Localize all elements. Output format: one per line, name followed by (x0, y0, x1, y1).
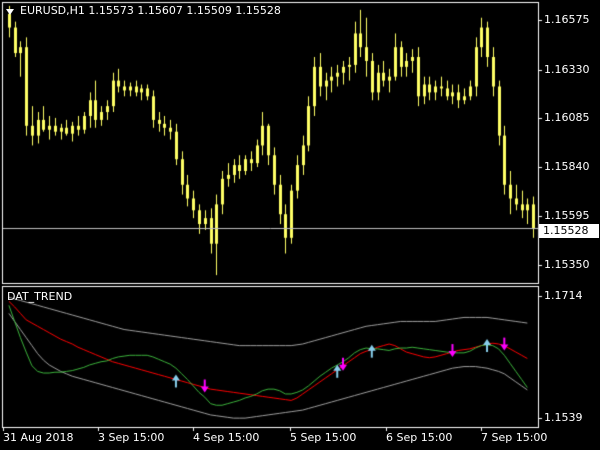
price-level-2: 1.16330 (544, 63, 590, 76)
indicator-level-bottom: 1.1539 (544, 411, 583, 424)
price-level-5: 1.15595 (544, 209, 590, 222)
indicator-name: DAT_TREND (7, 290, 73, 303)
symbol-info: EURUSD,H1 1.15573 1.15607 1.15509 1.1552… (20, 4, 281, 17)
time-label-3: 4 Sep 15:00 (193, 431, 260, 444)
dropdown-triangle-icon[interactable] (6, 9, 14, 15)
time-label-6: 7 Sep 15:00 (481, 431, 548, 444)
time-label-1: 31 Aug 2018 (3, 431, 74, 444)
price-level-4: 1.15840 (544, 160, 590, 173)
time-label-5: 6 Sep 15:00 (386, 431, 453, 444)
current-price-tag: 1.15528 (539, 224, 599, 238)
price-level-3: 1.16085 (544, 111, 590, 124)
time-label-2: 3 Sep 15:00 (98, 431, 165, 444)
price-level-1: 1.16575 (544, 13, 590, 26)
time-label-4: 5 Sep 15:00 (290, 431, 357, 444)
chart-canvas[interactable] (0, 0, 600, 450)
price-level-6: 1.15350 (544, 258, 590, 271)
indicator-level-top: 1.1714 (544, 289, 583, 302)
